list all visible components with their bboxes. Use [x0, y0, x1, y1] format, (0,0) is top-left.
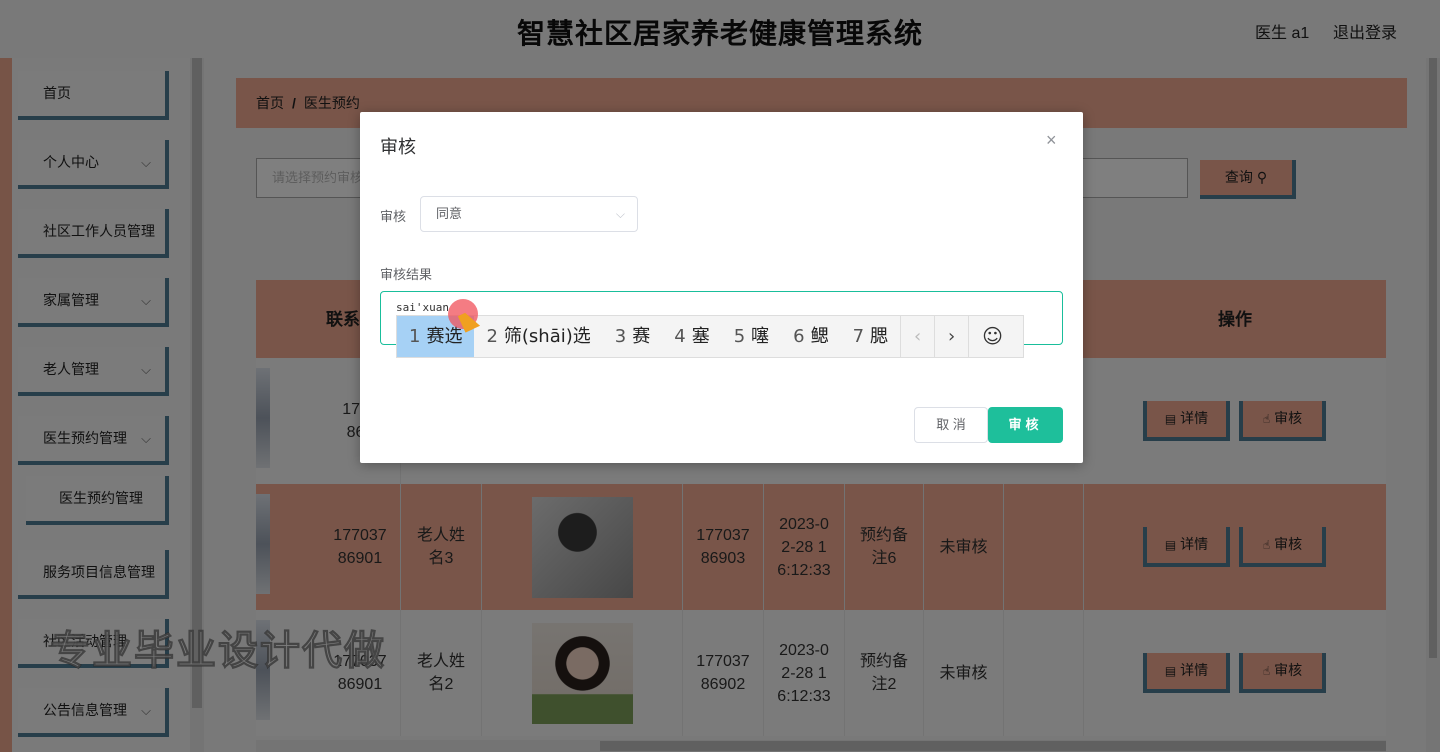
review-select[interactable]: 同意 ⌵: [420, 196, 638, 232]
ime-candidate-6[interactable]: 6鳃: [781, 316, 840, 357]
cancel-button[interactable]: 取 消: [914, 407, 988, 443]
review-dialog: 审核 × 审核 同意 ⌵ 审核结果 sai'xuan 取 消 审核: [360, 112, 1083, 463]
close-icon[interactable]: ×: [1046, 130, 1057, 151]
dialog-title: 审核: [380, 137, 416, 157]
ime-candidate-bar: 1 赛选 2 筛(shāi)选 3赛 4塞 5噻 6鳃 7腮 ‹ › ☺: [396, 315, 1024, 358]
ime-candidate-2[interactable]: 2 筛(shāi)选: [474, 316, 602, 357]
ime-prev-page-icon[interactable]: ‹: [900, 316, 934, 357]
ime-next-page-icon[interactable]: ›: [934, 316, 968, 357]
review-field-label: 审核: [380, 209, 407, 224]
result-field-label: 审核结果: [380, 267, 433, 282]
ime-candidate-5[interactable]: 5噻: [722, 316, 781, 357]
ime-candidate-3[interactable]: 3赛: [603, 316, 662, 357]
ime-candidate-4[interactable]: 4塞: [662, 316, 721, 357]
ime-candidate-7[interactable]: 7腮: [841, 316, 900, 357]
confirm-review-button[interactable]: 审核: [988, 407, 1063, 443]
chevron-down-icon: ⌵: [615, 207, 625, 221]
emoji-icon[interactable]: ☺: [968, 316, 1016, 357]
